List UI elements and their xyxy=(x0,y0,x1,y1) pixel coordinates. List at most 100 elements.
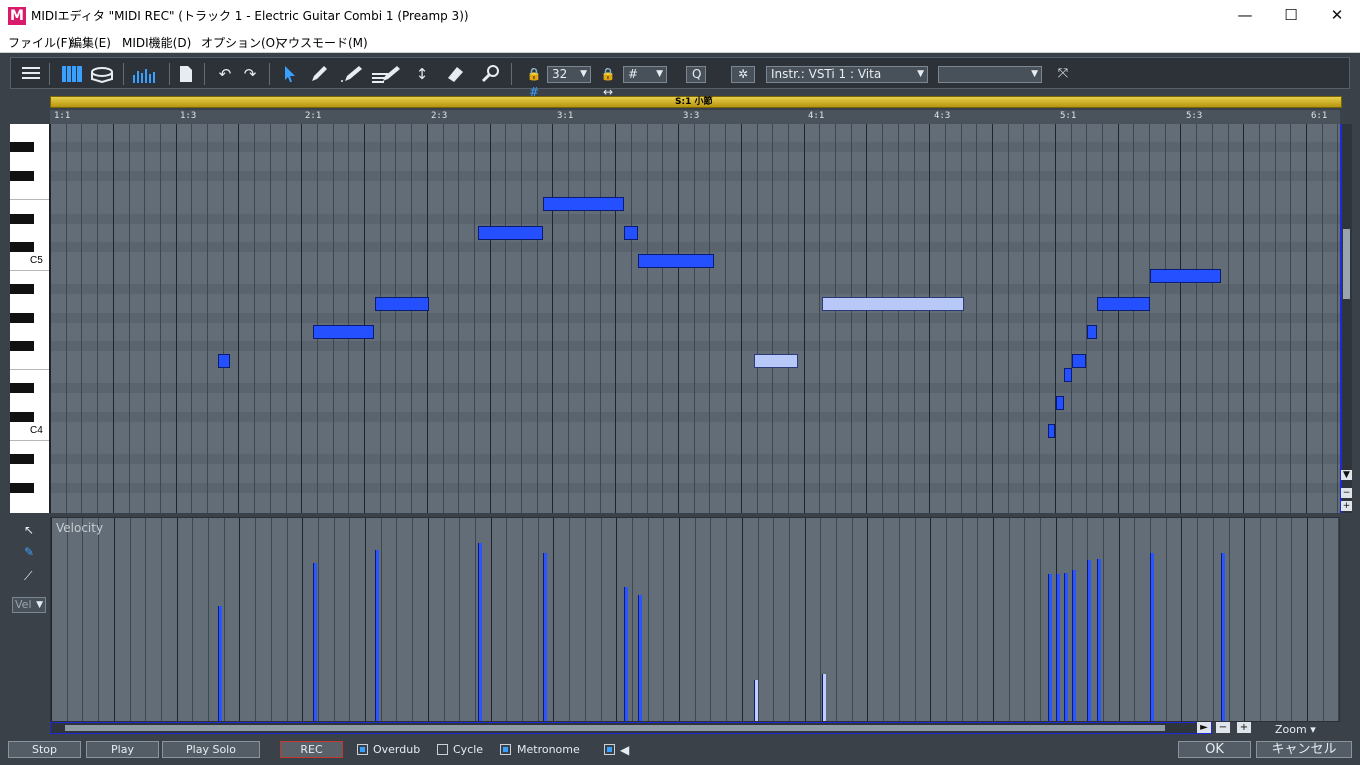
line-tool-icon[interactable]: ⟋ xyxy=(24,569,32,584)
menu-options[interactable]: オプション(O) xyxy=(201,34,280,51)
black-key[interactable] xyxy=(10,242,34,252)
velocity-bar[interactable] xyxy=(638,595,642,721)
velocity-bar[interactable] xyxy=(822,674,826,721)
scroll-down-icon[interactable]: ▼ xyxy=(1341,470,1352,480)
black-key[interactable] xyxy=(10,454,34,464)
list-icon[interactable] xyxy=(21,65,41,83)
velocity-bar[interactable] xyxy=(375,550,379,721)
levels-icon[interactable] xyxy=(131,65,159,83)
velocity-bar[interactable] xyxy=(1064,573,1068,721)
redo-icon[interactable]: ↷ xyxy=(241,65,259,83)
black-key[interactable] xyxy=(10,341,34,351)
scroll-thumb[interactable] xyxy=(65,725,1165,731)
velocity-bar[interactable] xyxy=(478,543,482,721)
velocity-bar[interactable] xyxy=(313,563,317,721)
overdub-checkbox[interactable] xyxy=(357,744,368,755)
speaker-icon[interactable]: ◀ xyxy=(620,743,629,757)
black-key[interactable] xyxy=(10,412,34,422)
velocity-bar[interactable] xyxy=(754,680,758,721)
zoom-dropdown[interactable]: Zoom ▾ xyxy=(1275,723,1316,736)
note-grid[interactable] xyxy=(50,124,1340,513)
piano-icon[interactable] xyxy=(61,65,83,83)
midi-note[interactable] xyxy=(375,297,429,311)
quantize-button[interactable]: Q xyxy=(686,66,706,83)
pointer-icon[interactable] xyxy=(281,65,299,83)
monitor-checkbox[interactable] xyxy=(604,744,615,755)
velocity-bar[interactable] xyxy=(1072,570,1076,721)
velocity-bar[interactable] xyxy=(624,587,628,721)
midi-note[interactable] xyxy=(1064,368,1072,382)
ok-button[interactable]: OK xyxy=(1178,741,1251,758)
lock-length-icon[interactable]: 🔒↔ xyxy=(596,65,620,99)
black-key[interactable] xyxy=(10,284,34,294)
drum-icon[interactable] xyxy=(89,65,115,84)
black-key[interactable] xyxy=(10,214,34,224)
stop-button[interactable]: Stop xyxy=(8,741,81,758)
black-key[interactable] xyxy=(10,171,34,181)
eraser-icon[interactable] xyxy=(445,65,465,83)
black-key[interactable] xyxy=(10,383,34,393)
midi-note[interactable] xyxy=(624,226,638,240)
pencil-icon[interactable] xyxy=(309,65,329,83)
brush-icon[interactable] xyxy=(339,65,365,83)
lock-grid-icon[interactable]: 🔒# xyxy=(523,65,545,99)
maximize-button[interactable]: ☐ xyxy=(1268,0,1314,31)
piano-keyboard[interactable]: C5 C4 xyxy=(10,124,50,513)
metronome-checkbox[interactable] xyxy=(500,744,511,755)
midi-note[interactable] xyxy=(543,197,624,211)
midi-note[interactable] xyxy=(1150,269,1221,283)
midi-note[interactable] xyxy=(822,297,964,311)
rec-button[interactable]: REC xyxy=(280,741,343,758)
minimize-button[interactable]: — xyxy=(1222,0,1268,31)
pointer-icon[interactable]: ↖ xyxy=(24,523,34,537)
h-zoom-in-icon[interactable]: + xyxy=(1237,722,1251,733)
pencil-icon[interactable]: ✎ xyxy=(24,545,34,559)
midi-note[interactable] xyxy=(1056,396,1064,410)
menu-file[interactable]: ファイル(F) xyxy=(8,34,72,51)
length-dropdown[interactable]: # ▼ xyxy=(623,66,667,83)
move-vertical-icon[interactable]: ↕ xyxy=(413,65,431,83)
multi-pencil-icon[interactable] xyxy=(371,65,403,83)
midi-note[interactable] xyxy=(1048,424,1055,438)
play-solo-button[interactable]: Play Solo xyxy=(162,741,260,758)
scroll-thumb[interactable] xyxy=(1343,229,1350,299)
grid-dropdown[interactable]: 32 ▼ xyxy=(547,66,591,83)
scroll-right-icon[interactable]: ► xyxy=(1197,722,1211,733)
velocity-lane[interactable]: Velocity xyxy=(50,517,1340,722)
zoom-in-icon[interactable]: + xyxy=(1341,501,1352,511)
midi-note[interactable] xyxy=(313,325,374,339)
menu-edit[interactable]: 編集(E) xyxy=(70,34,111,51)
cancel-button[interactable]: キャンセル xyxy=(1256,741,1352,758)
midi-note[interactable] xyxy=(218,354,230,368)
velocity-bar[interactable] xyxy=(1087,560,1091,721)
vertical-scrollbar[interactable] xyxy=(1340,124,1352,513)
zoom-out-icon[interactable]: − xyxy=(1341,488,1352,498)
midi-note[interactable] xyxy=(754,354,798,368)
h-zoom-out-icon[interactable]: − xyxy=(1216,722,1230,733)
black-key[interactable] xyxy=(10,483,34,493)
midi-note[interactable] xyxy=(1087,325,1097,339)
midi-note[interactable] xyxy=(638,254,714,268)
velocity-bar[interactable] xyxy=(218,606,222,721)
menu-midi[interactable]: MIDI機能(D) xyxy=(122,34,191,51)
midi-note[interactable] xyxy=(1097,297,1150,311)
black-key[interactable] xyxy=(10,142,34,152)
document-icon[interactable] xyxy=(177,65,195,83)
channel-dropdown[interactable]: ▼ xyxy=(938,66,1042,83)
velocity-bar[interactable] xyxy=(1150,553,1154,721)
undo-icon[interactable]: ↶ xyxy=(216,65,234,83)
velocity-mode-select[interactable]: Vel ▼ xyxy=(12,597,46,613)
velocity-bar[interactable] xyxy=(1056,574,1060,721)
cycle-checkbox[interactable] xyxy=(437,744,448,755)
velocity-bar[interactable] xyxy=(543,553,547,721)
velocity-bar[interactable] xyxy=(1097,559,1101,721)
settings-icon[interactable]: ✲ xyxy=(731,66,755,83)
midi-note[interactable] xyxy=(1072,354,1086,368)
velocity-bar[interactable] xyxy=(1048,574,1052,721)
midi-note[interactable] xyxy=(478,226,543,240)
black-key[interactable] xyxy=(10,313,34,323)
close-button[interactable]: ✕ xyxy=(1314,0,1360,31)
play-button[interactable]: Play xyxy=(86,741,159,758)
instrument-dropdown[interactable]: Instr.: VSTi 1 : Vita ▼ xyxy=(766,66,928,83)
zoom-icon[interactable] xyxy=(481,65,501,83)
